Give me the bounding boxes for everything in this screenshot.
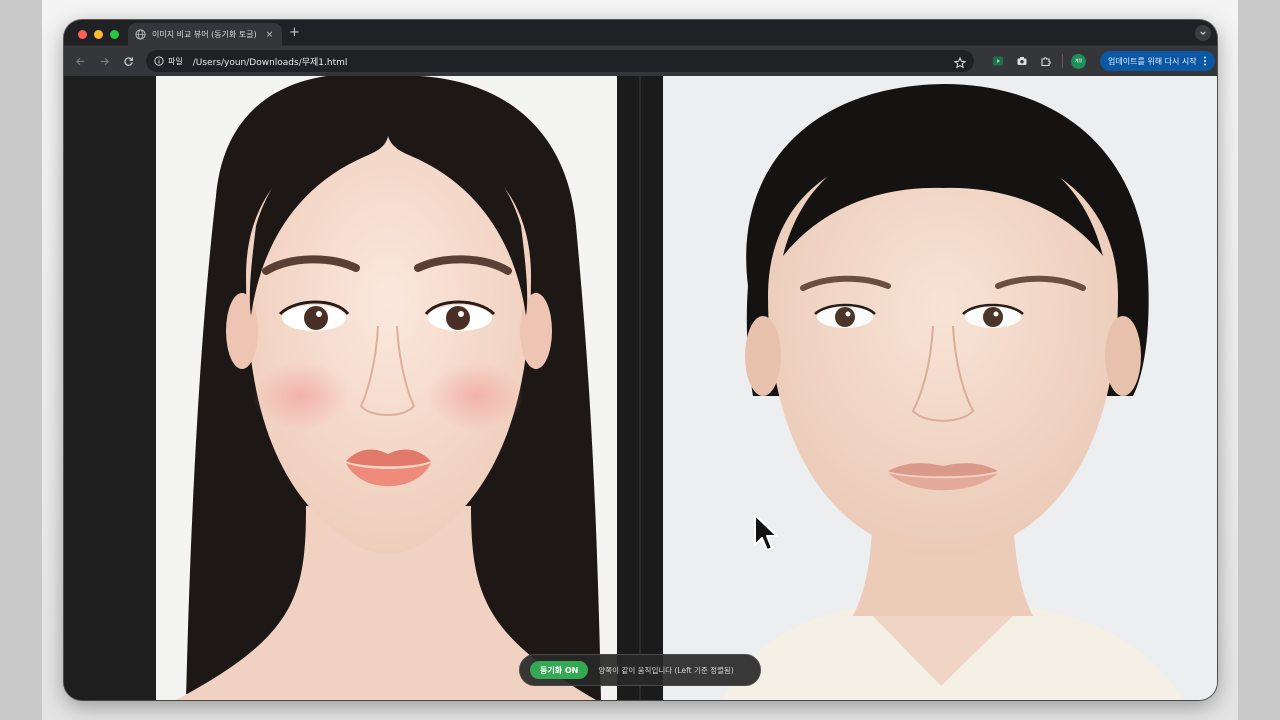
- tab-close-icon[interactable]: ×: [264, 30, 275, 40]
- forward-button[interactable]: [92, 49, 116, 73]
- left-image-pane[interactable]: [156, 76, 617, 700]
- globe-icon: [135, 29, 146, 40]
- sync-status-bar: 동기화 ON 양쪽이 같이 움직입니다 (Left 기준 정렬됨): [519, 654, 761, 686]
- media-extension-icon[interactable]: [990, 53, 1006, 69]
- browser-window: 이미지 비교 뷰어 (동기화 토글) × + 파일 /Users/youn/Do…: [64, 20, 1217, 700]
- sync-status-text: 양쪽이 같이 움직입니다 (Left 기준 정렬됨): [598, 665, 734, 675]
- pane-divider[interactable]: [617, 76, 663, 700]
- tab-title: 이미지 비교 뷰어 (동기화 토글): [152, 30, 257, 39]
- extensions-area: 계정 업데이트를 위해 다시 시작: [990, 51, 1215, 71]
- mouse-cursor-icon: [754, 514, 778, 551]
- back-button[interactable]: [68, 49, 92, 73]
- browser-toolbar: 파일 /Users/youn/Downloads/무제1.html 계정 업데이…: [64, 46, 1217, 76]
- bookmark-star-icon[interactable]: [953, 54, 967, 73]
- reload-button[interactable]: [116, 49, 140, 73]
- site-info-button[interactable]: 파일: [154, 56, 183, 67]
- tab-strip: 이미지 비교 뷰어 (동기화 토글) × +: [64, 20, 1217, 46]
- tab-image-viewer[interactable]: 이미지 비교 뷰어 (동기화 토글) ×: [128, 23, 282, 46]
- portrait-left-image: [156, 76, 617, 700]
- portrait-right-image: [663, 76, 1217, 700]
- minimize-window-button[interactable]: [94, 30, 103, 39]
- more-vert-icon: [1203, 56, 1206, 66]
- info-icon: [154, 56, 164, 66]
- update-relaunch-button[interactable]: 업데이트를 위해 다시 시작: [1100, 51, 1215, 71]
- tab-search-button[interactable]: [1195, 25, 1211, 41]
- url-text[interactable]: /Users/youn/Downloads/무제1.html: [193, 55, 348, 68]
- update-label: 업데이트를 위해 다시 시작: [1108, 56, 1197, 66]
- reload-icon: [123, 56, 133, 66]
- window-controls: [78, 30, 119, 39]
- page-content: 동기화 ON 양쪽이 같이 움직입니다 (Left 기준 정렬됨): [64, 76, 1217, 700]
- profile-avatar[interactable]: 계정: [1071, 53, 1086, 69]
- puzzle-extensions-icon[interactable]: [1038, 53, 1054, 69]
- close-window-button[interactable]: [78, 30, 87, 39]
- arrow-right-icon: [100, 57, 109, 65]
- sync-toggle-button[interactable]: 동기화 ON: [530, 661, 589, 679]
- new-tab-button[interactable]: +: [289, 26, 300, 40]
- arrow-left-icon: [75, 57, 84, 65]
- toolbar-divider: [1062, 54, 1063, 68]
- camera-extension-icon[interactable]: [1014, 53, 1030, 69]
- divider-line: [639, 76, 641, 700]
- address-bar[interactable]: 파일 /Users/youn/Downloads/무제1.html: [146, 50, 974, 72]
- fullscreen-window-button[interactable]: [110, 30, 119, 39]
- right-image-pane[interactable]: [663, 76, 1217, 700]
- chevron-down-icon: [1200, 31, 1206, 35]
- site-label: 파일: [168, 56, 183, 66]
